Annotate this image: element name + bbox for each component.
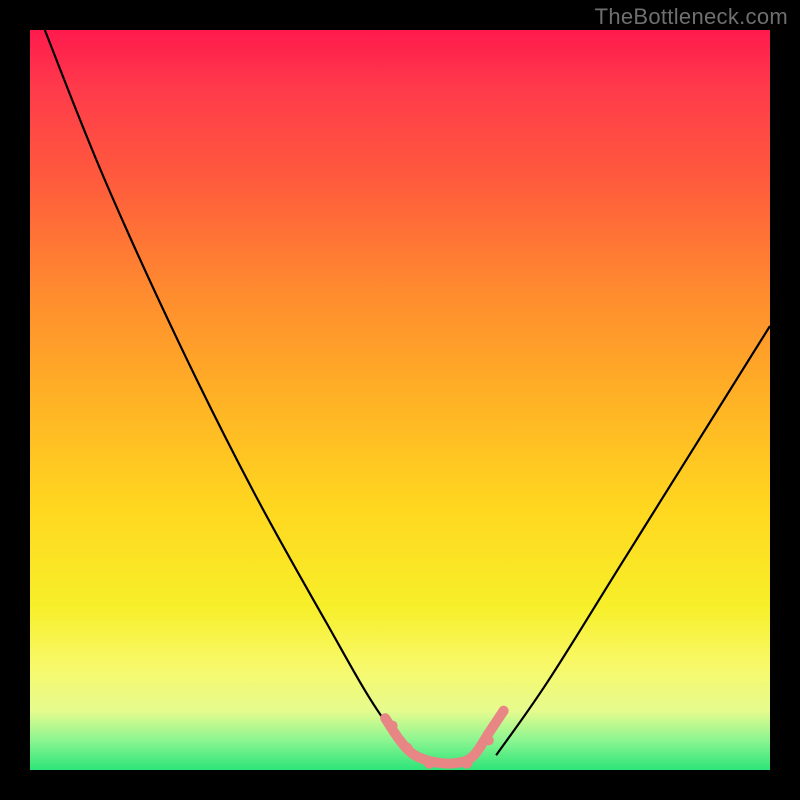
watermark-text: TheBottleneck.com [595, 4, 788, 30]
valley-marker [402, 743, 412, 753]
curve-layer [30, 30, 770, 770]
valley-marker [388, 721, 398, 731]
plot-area [30, 30, 770, 770]
right-curve [496, 326, 770, 755]
left-curve [45, 30, 415, 755]
valley-marker [424, 757, 436, 769]
valley-marker [461, 757, 473, 769]
valley-marker [484, 735, 494, 745]
chart-frame: TheBottleneck.com [0, 0, 800, 800]
valley-marker [499, 706, 509, 716]
